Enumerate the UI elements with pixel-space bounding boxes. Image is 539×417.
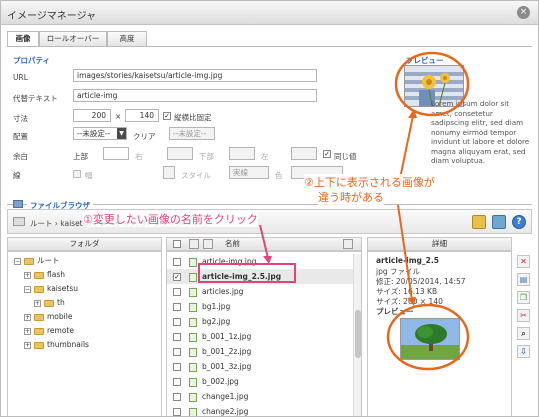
annotation-overlay	[198, 51, 470, 371]
click-arrow	[259, 224, 269, 259]
arrow-down	[397, 204, 413, 301]
arrow-down-head	[407, 297, 416, 306]
diff-note-line2: 違う時がある	[318, 189, 384, 205]
details-preview-circle	[386, 303, 470, 371]
selected-file-highlight	[198, 263, 296, 283]
click-note: ①変更したい画像の名前をクリック	[83, 211, 258, 227]
click-arrow-head	[263, 256, 272, 264]
preview-circle	[394, 51, 470, 117]
diff-note-line1: ②上下に表示される画像が	[304, 174, 435, 190]
